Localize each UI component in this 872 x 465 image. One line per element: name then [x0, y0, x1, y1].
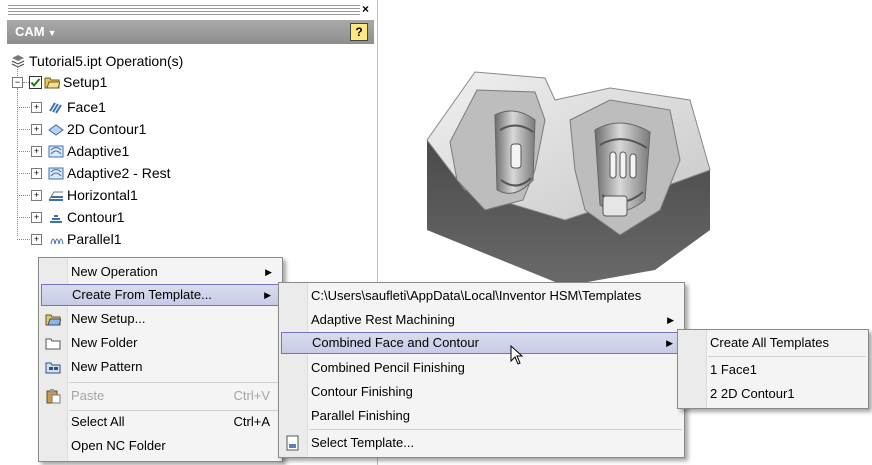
tree-operation-item[interactable]: 2D Contour1 — [48, 118, 146, 140]
setup-folder-icon — [44, 77, 60, 89]
new-setup-icon — [45, 314, 61, 326]
menu-item-paste: Paste Ctrl+V — [41, 385, 280, 407]
menu-item-open-nc-folder[interactable]: Open NC Folder — [41, 435, 280, 457]
pattern-icon — [45, 362, 61, 374]
menu-item-select-all[interactable]: Select All Ctrl+A — [41, 411, 280, 433]
folder-icon — [45, 338, 61, 350]
menu-item-new-pattern[interactable]: New Pattern — [41, 356, 280, 378]
tree-operation-label: Contour1 — [67, 209, 125, 225]
menu-item-combined-face-and-contour[interactable]: Combined Face and Contour ▶ — [281, 332, 682, 354]
menu-item-new-setup[interactable]: New Setup... — [41, 308, 280, 330]
tree-operation-label: Adaptive1 — [67, 143, 130, 159]
expand-icon[interactable]: + — [31, 102, 42, 113]
paste-icon — [46, 389, 61, 404]
help-icon[interactable]: ? — [350, 23, 368, 41]
select-template-icon — [286, 435, 299, 451]
expand-icon[interactable]: + — [31, 168, 42, 179]
menu-item-combined-pencil-finishing[interactable]: Combined Pencil Finishing — [281, 357, 682, 379]
mouse-cursor-icon — [510, 345, 524, 365]
tree-operation-item[interactable]: Contour1 — [48, 206, 125, 228]
expand-icon[interactable]: + — [31, 146, 42, 157]
create-submenu: Create All Templates 1 Face1 2 2D Contou… — [677, 329, 869, 409]
template-submenu: C:\Users\saufleti\AppData\Local\Inventor… — [278, 282, 685, 458]
tree-operation-item[interactable]: Face1 — [48, 96, 106, 118]
contour-op-icon — [50, 215, 62, 223]
horizontal-op-icon — [48, 191, 63, 201]
cam-header-bar[interactable]: CAM ▼ ? — [7, 20, 374, 44]
collapse-icon[interactable]: − — [12, 77, 23, 88]
checkbox-checked-icon[interactable] — [29, 75, 42, 89]
menu-item-adaptive-rest-machining[interactable]: Adaptive Rest Machining ▶ — [281, 309, 682, 331]
menu-item-template-2d-contour1[interactable]: 2 2D Contour1 — [680, 383, 866, 405]
tree-operation-item[interactable]: Adaptive2 - Rest — [48, 162, 171, 184]
menu-item-parallel-finishing[interactable]: Parallel Finishing — [281, 405, 682, 427]
expand-icon[interactable]: + — [31, 234, 42, 245]
tree-root[interactable]: Tutorial5.ipt Operation(s) — [10, 50, 183, 72]
adaptive-op-icon — [48, 145, 64, 158]
tree-operation-item[interactable]: Horizontal1 — [48, 184, 138, 206]
expand-icon[interactable]: + — [31, 190, 42, 201]
tree-operation-item[interactable]: Adaptive1 — [48, 140, 129, 162]
menu-item-new-operation[interactable]: New Operation ▶ — [41, 261, 280, 283]
menu-item-new-folder[interactable]: New Folder — [41, 332, 280, 354]
expand-icon[interactable]: + — [31, 124, 42, 135]
contour2d-op-icon — [48, 124, 64, 136]
tree-operation-label: Horizontal1 — [67, 187, 138, 203]
face-op-icon — [49, 102, 62, 114]
close-icon[interactable]: × — [362, 2, 369, 16]
context-menu: New Operation ▶ Create From Template... ▶ … — [38, 257, 283, 462]
panel-grip[interactable] — [8, 5, 360, 15]
menu-item-create-from-template[interactable]: Create From Template... ▶ — [41, 284, 280, 306]
menu-item-create-all-templates[interactable]: Create All Templates — [680, 332, 866, 354]
tree-operation-label: Parallel1 — [67, 231, 122, 247]
chevron-down-icon: ▼ — [47, 28, 57, 38]
menu-item-contour-finishing[interactable]: Contour Finishing — [281, 381, 682, 403]
submenu-arrow-icon: ▶ — [264, 290, 271, 300]
submenu-arrow-icon: ▶ — [666, 338, 673, 348]
menu-item-select-template[interactable]: Select Template... — [281, 432, 682, 454]
parallel-op-icon — [50, 238, 64, 245]
tree-operation-item[interactable]: Parallel1 — [48, 228, 121, 250]
expand-icon[interactable]: + — [31, 212, 42, 223]
tree-setup-label: Setup1 — [63, 74, 108, 90]
document-icon — [11, 55, 25, 68]
cam-title[interactable]: CAM ▼ — [15, 24, 57, 39]
tree-operation-label: Adaptive2 - Rest — [67, 165, 171, 181]
part-model-graphic — [426, 71, 711, 286]
tree-root-label: Tutorial5.ipt Operation(s) — [29, 53, 184, 69]
menu-item-template-face1[interactable]: 1 Face1 — [680, 359, 866, 381]
menu-item-template-path[interactable]: C:\Users\saufleti\AppData\Local\Inventor… — [281, 285, 682, 307]
tree-operation-label: Face1 — [67, 99, 106, 115]
submenu-arrow-icon: ▶ — [667, 315, 674, 325]
tree-setup[interactable]: Setup1 — [29, 71, 107, 93]
submenu-arrow-icon: ▶ — [265, 267, 272, 277]
adaptive-op-icon — [48, 167, 64, 180]
tree-operation-label: 2D Contour1 — [67, 121, 147, 137]
